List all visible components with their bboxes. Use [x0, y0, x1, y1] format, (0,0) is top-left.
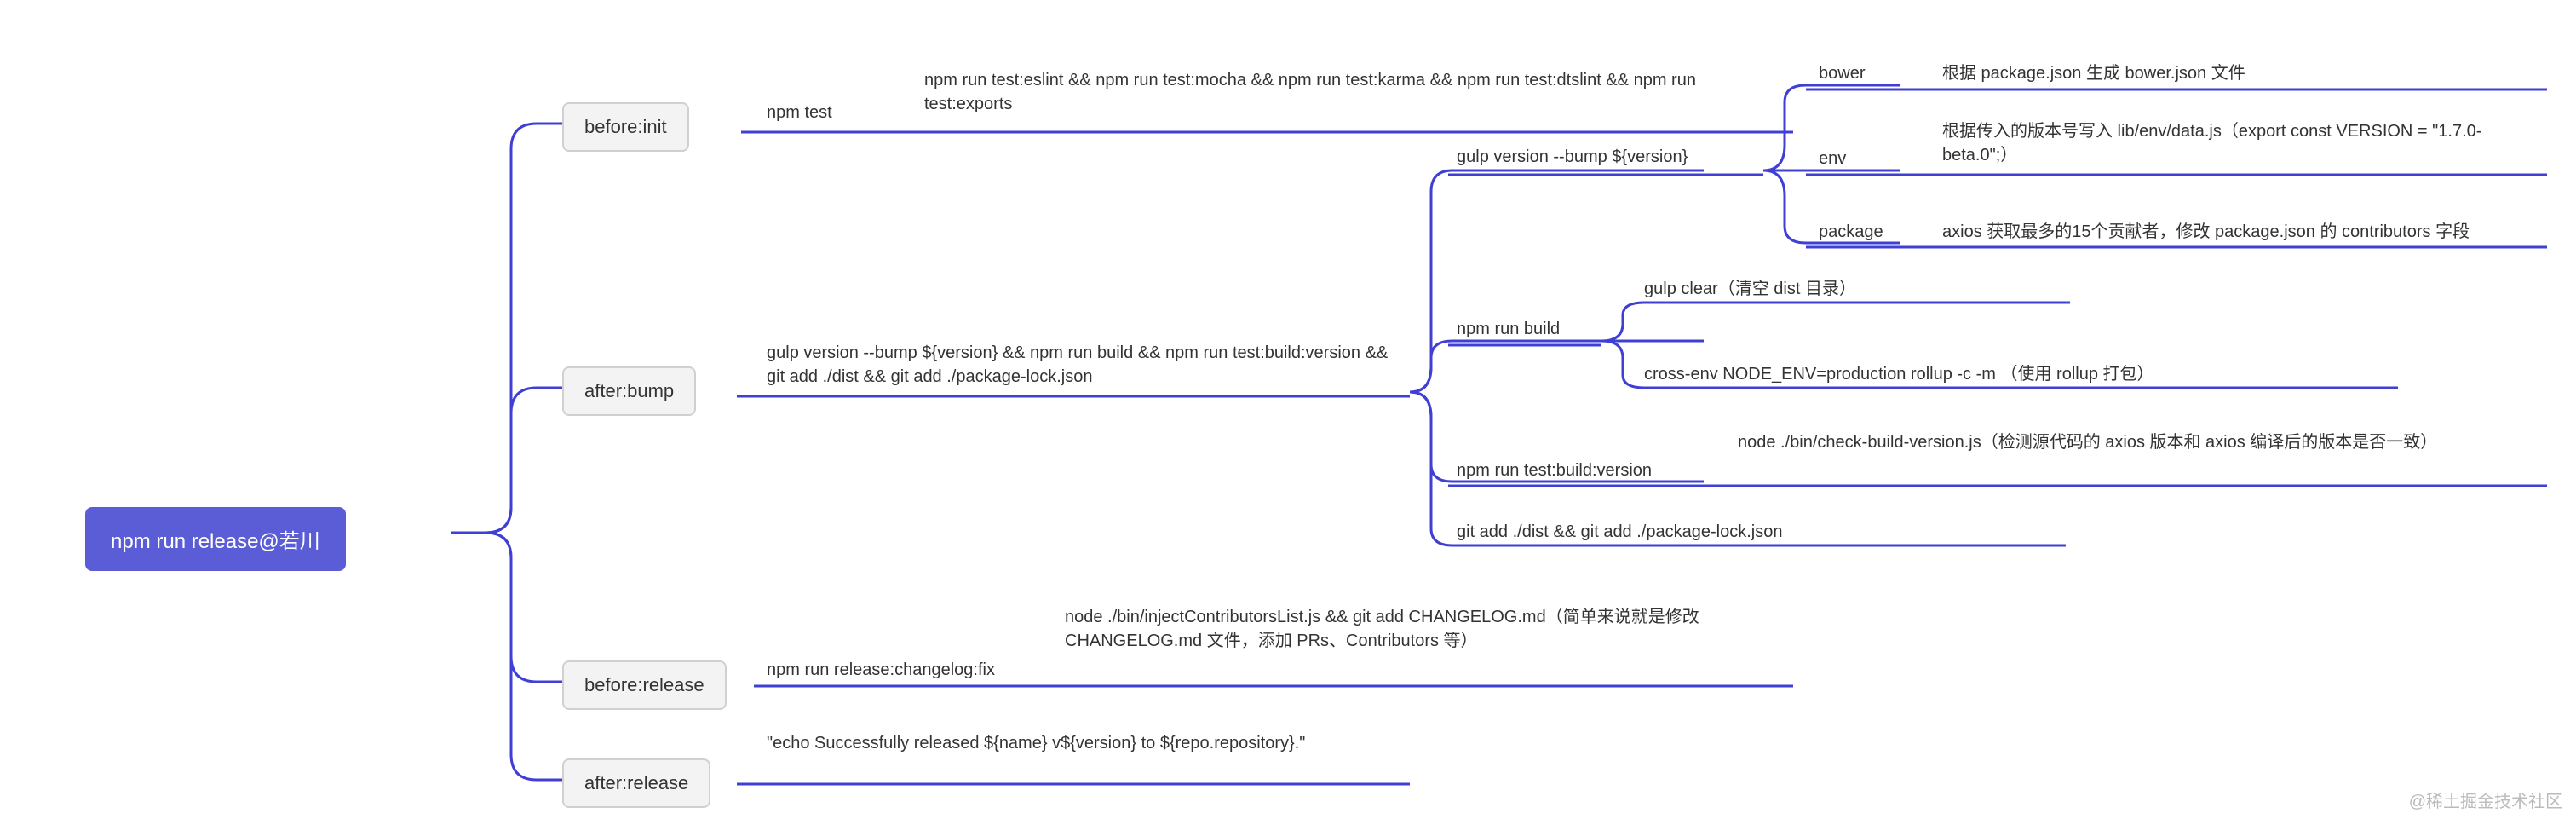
gulp-version: gulp version --bump ${version} — [1457, 145, 1688, 169]
root-label: npm run release@若川 — [111, 530, 320, 553]
after-release-label: after:release — [584, 772, 688, 793]
env-label: env — [1819, 147, 1846, 170]
release-changelog-desc: node ./bin/injectContributorsList.js && … — [1065, 605, 1789, 653]
watermark: @稀土掘金技术社区 — [2409, 787, 2562, 812]
stage-before-init: before:init — [562, 102, 689, 152]
stage-after-release: after:release — [562, 758, 710, 808]
npm-test-label: npm test — [767, 101, 832, 124]
stage-before-release: before:release — [562, 660, 727, 710]
stage-after-bump: after:bump — [562, 366, 696, 416]
bower-label: bower — [1819, 61, 1865, 85]
test-build-version: npm run test:build:version — [1457, 459, 1652, 482]
before-release-label: before:release — [584, 674, 704, 695]
bower-desc: 根据 package.json 生成 bower.json 文件 — [1942, 61, 2245, 85]
env-desc: 根据传入的版本号写入 lib/env/data.js（export const … — [1942, 119, 2547, 167]
release-changelog: npm run release:changelog:fix — [767, 658, 995, 682]
package-label: package — [1819, 220, 1883, 244]
after-release-cmd: "echo Successfully released ${name} v${v… — [767, 731, 1363, 755]
npm-run-build: npm run build — [1457, 317, 1560, 341]
mindmap-root: npm run release@若川 — [85, 507, 346, 571]
watermark-text: @稀土掘金技术社区 — [2409, 793, 2562, 811]
build-rollup: cross-env NODE_ENV=production rollup -c … — [1644, 362, 2154, 386]
after-bump-cmd: gulp version --bump ${version} && npm ru… — [767, 341, 1406, 389]
package-desc: axios 获取最多的15个贡献者，修改 package.json 的 cont… — [1942, 220, 2470, 244]
npm-test-detail: npm run test:eslint && npm run test:moch… — [924, 68, 1785, 116]
build-clear: gulp clear（清空 dist 目录） — [1644, 277, 1856, 301]
after-bump-label: after:bump — [584, 380, 674, 401]
test-build-version-desc: node ./bin/check-build-version.js（检测源代码的… — [1738, 430, 2547, 454]
git-add: git add ./dist && git add ./package-lock… — [1457, 520, 1782, 544]
before-init-label: before:init — [584, 116, 667, 137]
